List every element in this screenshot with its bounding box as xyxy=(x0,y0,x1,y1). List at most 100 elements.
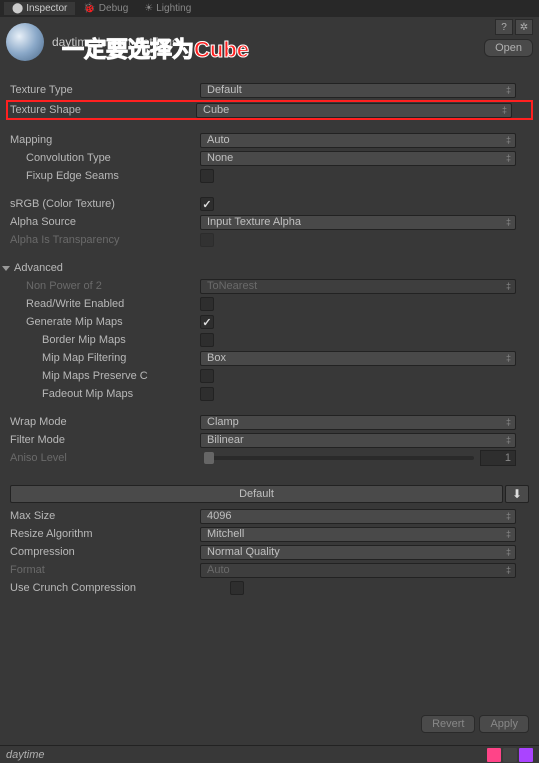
apply-revert-bar: Revert Apply xyxy=(421,715,529,733)
label-mapping: Mapping xyxy=(10,134,200,146)
label-fadeout-mip-maps: Fadeout Mip Maps xyxy=(42,388,200,400)
row-aniso-level: Aniso Level 1 xyxy=(0,449,539,467)
footer-chip-2[interactable] xyxy=(503,748,517,762)
label-resize-algorithm: Resize Algorithm xyxy=(10,528,200,540)
row-resize-algorithm: Resize Algorithm Mitchell xyxy=(0,525,539,543)
label-generate-mip-maps: Generate Mip Maps xyxy=(26,316,200,328)
checkbox-generate-mip-maps[interactable] xyxy=(200,315,214,329)
checkbox-mip-maps-preserve[interactable] xyxy=(200,369,214,383)
checkbox-fadeout-mip-maps[interactable] xyxy=(200,387,214,401)
preview-footer: daytime xyxy=(0,745,539,763)
label-use-crunch: Use Crunch Compression xyxy=(10,582,230,594)
row-mip-maps-preserve: Mip Maps Preserve C xyxy=(0,367,539,385)
row-compression: Compression Normal Quality xyxy=(0,543,539,561)
row-mip-map-filtering: Mip Map Filtering Box xyxy=(0,349,539,367)
dropdown-max-size[interactable]: 4096 xyxy=(200,509,516,524)
inspector-content: Texture Type Default Texture Shape Cube … xyxy=(0,67,539,601)
dropdown-mapping[interactable]: Auto xyxy=(200,133,516,148)
row-max-size: Max Size 4096 xyxy=(0,507,539,525)
checkbox-alpha-is-transparency xyxy=(200,233,214,247)
label-fixup-edge-seams: Fixup Edge Seams xyxy=(26,170,200,182)
slider-aniso-level xyxy=(204,456,474,460)
row-fixup-edge-seams: Fixup Edge Seams xyxy=(0,167,539,185)
apply-button[interactable]: Apply xyxy=(479,715,529,733)
dropdown-texture-type[interactable]: Default xyxy=(200,83,516,98)
row-srgb: sRGB (Color Texture) xyxy=(0,195,539,213)
label-read-write: Read/Write Enabled xyxy=(26,298,200,310)
footer-asset-name: daytime xyxy=(6,749,485,761)
label-alpha-source: Alpha Source xyxy=(10,216,200,228)
label-srgb: sRGB (Color Texture) xyxy=(10,198,200,210)
label-format: Format xyxy=(10,564,200,576)
download-icon: ⬇ xyxy=(512,487,522,501)
label-non-power-of-2: Non Power of 2 xyxy=(26,280,200,292)
footer-chip-3[interactable] xyxy=(519,748,533,762)
dropdown-wrap-mode[interactable]: Clamp xyxy=(200,415,516,430)
label-texture-type: Texture Type xyxy=(10,84,200,96)
label-advanced: Advanced xyxy=(14,262,63,274)
checkbox-fixup-edge-seams[interactable] xyxy=(200,169,214,183)
foldout-advanced[interactable]: Advanced xyxy=(0,259,539,277)
platform-default-button[interactable]: Default xyxy=(10,485,503,503)
annotation-text: 一定要选择为Cube xyxy=(62,32,249,64)
slider-thumb xyxy=(204,452,214,464)
dropdown-compression[interactable]: Normal Quality xyxy=(200,545,516,560)
checkbox-border-mip-maps[interactable] xyxy=(200,333,214,347)
row-filter-mode: Filter Mode Bilinear xyxy=(0,431,539,449)
label-border-mip-maps: Border Mip Maps xyxy=(42,334,200,346)
dropdown-filter-mode[interactable]: Bilinear xyxy=(200,433,516,448)
label-max-size: Max Size xyxy=(10,510,200,522)
help-button[interactable]: ? xyxy=(495,19,513,35)
row-texture-type: Texture Type Default xyxy=(0,81,539,99)
label-mip-map-filtering: Mip Map Filtering xyxy=(42,352,200,364)
row-format: Format Auto xyxy=(0,561,539,579)
footer-chip-1[interactable] xyxy=(487,748,501,762)
dropdown-resize-algorithm[interactable]: Mitchell xyxy=(200,527,516,542)
label-filter-mode: Filter Mode xyxy=(10,434,200,446)
row-alpha-is-transparency: Alpha Is Transparency xyxy=(0,231,539,249)
platform-add-button[interactable]: ⬇ xyxy=(505,485,529,503)
dropdown-format: Auto xyxy=(200,563,516,578)
tab-inspector[interactable]: ⬤Inspector xyxy=(4,2,75,15)
dropdown-alpha-source[interactable]: Input Texture Alpha xyxy=(200,215,516,230)
dropdown-mip-map-filtering[interactable]: Box xyxy=(200,351,516,366)
row-convolution-type: Convolution Type None xyxy=(0,149,539,167)
label-compression: Compression xyxy=(10,546,200,558)
dropdown-texture-shape[interactable]: Cube xyxy=(196,103,512,118)
row-mapping: Mapping Auto xyxy=(0,131,539,149)
highlight-texture-shape: Texture Shape Cube xyxy=(6,100,533,120)
tab-bar: ⬤Inspector 🐞Debug ☀Lighting xyxy=(0,0,539,17)
inspector-icon: ⬤ xyxy=(12,3,23,14)
tab-lighting[interactable]: ☀Lighting xyxy=(136,2,199,15)
row-non-power-of-2: Non Power of 2 ToNearest xyxy=(0,277,539,295)
row-generate-mip-maps: Generate Mip Maps xyxy=(0,313,539,331)
dropdown-non-power-of-2: ToNearest xyxy=(200,279,516,294)
gear-icon: ✲ xyxy=(520,22,528,33)
checkbox-srgb[interactable] xyxy=(200,197,214,211)
dropdown-convolution-type[interactable]: None xyxy=(200,151,516,166)
sun-icon: ☀ xyxy=(144,3,153,14)
checkbox-use-crunch[interactable] xyxy=(230,581,244,595)
asset-thumbnail xyxy=(6,23,44,61)
platform-bar: Default ⬇ xyxy=(10,485,529,503)
row-fadeout-mip-maps: Fadeout Mip Maps xyxy=(0,385,539,403)
label-wrap-mode: Wrap Mode xyxy=(10,416,200,428)
row-border-mip-maps: Border Mip Maps xyxy=(0,331,539,349)
row-wrap-mode: Wrap Mode Clamp xyxy=(0,413,539,431)
row-alpha-source: Alpha Source Input Texture Alpha xyxy=(0,213,539,231)
settings-button[interactable]: ✲ xyxy=(515,19,533,35)
tab-debug[interactable]: 🐞Debug xyxy=(75,2,136,15)
label-convolution-type: Convolution Type xyxy=(26,152,200,164)
open-button[interactable]: Open xyxy=(484,39,533,57)
label-texture-shape: Texture Shape xyxy=(8,104,196,116)
chevron-down-icon xyxy=(2,266,10,271)
revert-button[interactable]: Revert xyxy=(421,715,475,733)
label-aniso-level: Aniso Level xyxy=(10,452,200,464)
bug-icon: 🐞 xyxy=(83,3,95,14)
checkbox-read-write[interactable] xyxy=(200,297,214,311)
row-read-write: Read/Write Enabled xyxy=(0,295,539,313)
label-alpha-is-transparency: Alpha Is Transparency xyxy=(10,234,200,246)
aniso-level-value: 1 xyxy=(480,450,516,466)
row-use-crunch: Use Crunch Compression xyxy=(0,579,539,597)
label-mip-maps-preserve: Mip Maps Preserve C xyxy=(42,370,200,382)
